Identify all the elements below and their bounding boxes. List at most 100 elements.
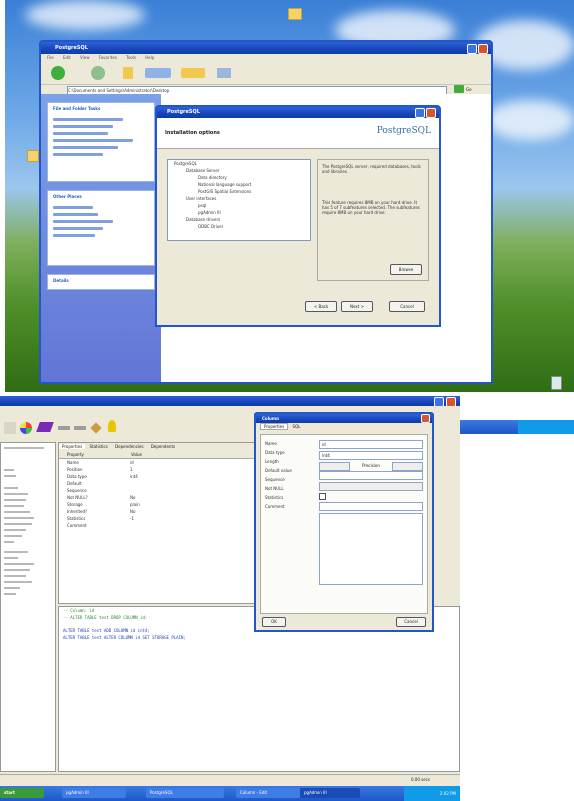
tree-item[interactable]: Database Server — [168, 167, 310, 174]
tree-node[interactable] — [4, 575, 26, 577]
task-link[interactable] — [53, 146, 118, 149]
tree-node[interactable] — [4, 523, 32, 525]
browse-button[interactable]: Browse — [390, 264, 422, 275]
views-icon[interactable] — [217, 68, 231, 78]
object-browser[interactable] — [0, 442, 56, 772]
property-row[interactable]: Data type int4 — [59, 473, 259, 480]
properties-icon[interactable] — [20, 422, 32, 434]
tree-item[interactable]: PostgreSQL — [168, 160, 310, 167]
tree-item[interactable]: Data directory — [168, 174, 310, 181]
close-button[interactable] — [426, 108, 436, 118]
tree-node[interactable] — [4, 475, 16, 477]
panel-header[interactable]: File and Folder Tasks — [48, 103, 154, 114]
place-link[interactable] — [53, 220, 113, 223]
panel-header[interactable]: Other Places — [48, 191, 154, 202]
default-input[interactable] — [319, 471, 423, 480]
tree-item[interactable]: ODBC Driver — [168, 223, 310, 230]
tab-properties[interactable]: Properties — [59, 444, 86, 449]
property-row[interactable]: Statistics -1 — [59, 515, 259, 522]
taskbar-item[interactable]: PostgreSQL — [146, 788, 224, 798]
menu-item-file[interactable]: File — [47, 55, 54, 60]
explorer-titlebar[interactable]: PostgreSQL — [41, 42, 491, 54]
folder-icon[interactable] — [27, 150, 39, 162]
clock[interactable]: 2:02 PM — [404, 786, 460, 801]
close-button[interactable] — [421, 414, 430, 423]
task-link[interactable] — [53, 118, 123, 121]
tree-node[interactable] — [4, 529, 26, 531]
tree-node[interactable] — [4, 587, 20, 589]
tree-node[interactable] — [4, 499, 26, 501]
tree-node[interactable] — [4, 557, 18, 559]
tree-node[interactable] — [4, 535, 22, 537]
tree-node[interactable] — [4, 487, 18, 489]
task-link[interactable] — [53, 132, 108, 135]
go-button[interactable]: Go — [466, 85, 472, 94]
tree-node[interactable] — [4, 541, 14, 543]
tab-dependents[interactable]: Dependents — [148, 444, 178, 449]
back-button[interactable]: < Back — [305, 301, 337, 312]
tree-item[interactable]: pgAdmin III — [168, 209, 310, 216]
menu-item-tools[interactable]: Tools — [126, 55, 136, 60]
tree-node[interactable] — [4, 511, 30, 513]
tree-node[interactable] — [4, 505, 24, 507]
task-link[interactable] — [53, 139, 133, 142]
tab-statistics[interactable]: Statistics — [87, 444, 111, 449]
property-row[interactable]: Position 1 — [59, 466, 259, 473]
property-row[interactable]: Storage plain — [59, 501, 259, 508]
not-null-checkbox[interactable] — [319, 493, 326, 500]
task-link[interactable] — [53, 153, 103, 156]
panel-header[interactable]: Details — [48, 275, 154, 286]
search-icon[interactable] — [145, 68, 171, 78]
tab-sql[interactable]: SQL — [290, 424, 304, 429]
task-link[interactable] — [53, 125, 113, 128]
property-row[interactable]: Default — [59, 480, 259, 487]
tree-item[interactable]: psql — [168, 202, 310, 209]
taskbar-item[interactable]: pgAdmin III — [300, 788, 360, 798]
menu-item-help[interactable]: Help — [145, 55, 154, 60]
precision-input[interactable] — [391, 462, 423, 471]
comment-textarea[interactable] — [319, 513, 423, 585]
sequence-input[interactable] — [319, 482, 423, 491]
object-icon[interactable] — [4, 422, 16, 434]
help-button[interactable] — [415, 108, 425, 118]
tab-properties[interactable]: Properties — [260, 423, 289, 430]
back-arrow-icon[interactable] — [51, 66, 65, 80]
statistics-input[interactable] — [319, 502, 423, 511]
forward-arrow-icon[interactable] — [91, 66, 105, 80]
tree-node[interactable] — [4, 447, 44, 449]
tree-node[interactable] — [4, 493, 28, 495]
up-folder-icon[interactable] — [123, 67, 133, 79]
property-row[interactable]: Not NULL? No — [59, 494, 259, 501]
menu-item-edit[interactable]: Edit — [63, 55, 71, 60]
pgadmin-titlebar[interactable] — [0, 396, 460, 407]
tree-node[interactable] — [4, 517, 34, 519]
menu-item-view[interactable]: View — [80, 55, 90, 60]
taskbar-item[interactable]: pgAdmin III — [62, 788, 126, 798]
tree-node[interactable] — [4, 551, 28, 553]
system-tray[interactable] — [518, 420, 574, 434]
property-row[interactable]: Sequence — [59, 487, 259, 494]
column-dialog-titlebar[interactable]: Column — [256, 414, 432, 423]
taskbar-item[interactable]: Column - Edit — [236, 788, 300, 798]
tab-dependencies[interactable]: Dependencies — [112, 444, 146, 449]
recycle-bin-icon[interactable] — [551, 376, 562, 390]
close-button[interactable] — [478, 44, 488, 54]
edit-icon[interactable] — [36, 422, 54, 432]
name-input[interactable]: id — [319, 440, 423, 449]
folder-icon[interactable] — [288, 8, 302, 20]
place-link[interactable] — [53, 234, 95, 237]
cancel-button[interactable]: Cancel — [396, 617, 426, 627]
tree-node[interactable] — [4, 569, 30, 571]
column-header[interactable]: Property — [59, 451, 127, 458]
menu-bar[interactable]: File Edit View Favorites Tools Help — [41, 54, 491, 62]
tree-node[interactable] — [4, 563, 34, 565]
place-link[interactable] — [53, 206, 93, 209]
sql-icon[interactable] — [58, 426, 70, 430]
tree-node[interactable] — [4, 469, 14, 471]
property-row[interactable]: Comment — [59, 522, 259, 529]
feature-tree[interactable]: PostgreSQL Database Server Data director… — [167, 159, 311, 241]
place-link[interactable] — [53, 227, 103, 230]
minimize-button[interactable] — [467, 44, 477, 54]
help-icon[interactable] — [108, 420, 116, 432]
folders-icon[interactable] — [181, 68, 205, 78]
